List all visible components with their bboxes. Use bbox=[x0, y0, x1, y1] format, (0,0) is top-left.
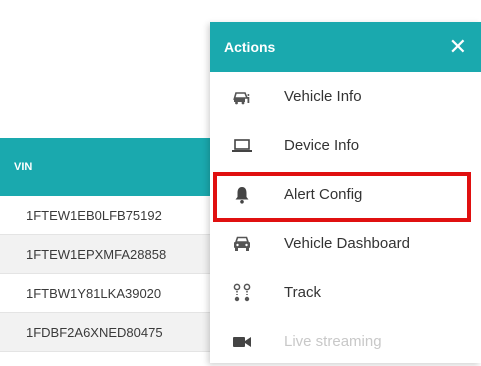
bell-icon bbox=[222, 186, 262, 204]
menu-item-label: Vehicle Dashboard bbox=[284, 235, 410, 252]
vin-cell: 1FDBF2A6XNED80475 bbox=[26, 324, 163, 340]
vin-table: VIN 1FTEW1EB0LFB75192 1FTEW1EPXMFA28858 … bbox=[0, 138, 230, 352]
menu-item-vehicle-dashboard[interactable]: Vehicle Dashboard bbox=[210, 219, 481, 268]
menu-item-label: Alert Config bbox=[284, 186, 363, 203]
actions-menu-header: Actions ✕ bbox=[210, 22, 481, 72]
menu-item-label: Live streaming bbox=[284, 333, 382, 350]
menu-item-label: Device Info bbox=[284, 137, 360, 154]
table-row[interactable]: 1FTEW1EPXMFA28858 bbox=[0, 235, 230, 274]
menu-item-live-streaming: Live streaming bbox=[210, 317, 481, 366]
table-row[interactable]: 1FTBW1Y81LKA39020 bbox=[0, 274, 230, 313]
close-button[interactable]: ✕ bbox=[449, 36, 467, 58]
laptop-icon bbox=[222, 138, 262, 153]
vehicle-info-icon bbox=[222, 89, 262, 105]
route-icon bbox=[222, 283, 262, 303]
vin-cell: 1FTEW1EPXMFA28858 bbox=[26, 246, 167, 262]
menu-item-alert-config[interactable]: Alert Config bbox=[210, 170, 481, 219]
menu-item-label: Track bbox=[284, 284, 321, 301]
vin-cell: 1FTBW1Y81LKA39020 bbox=[26, 285, 162, 301]
video-camera-icon bbox=[222, 336, 262, 348]
vin-column-header[interactable]: VIN bbox=[0, 138, 230, 196]
car-front-icon bbox=[222, 236, 262, 252]
table-row[interactable]: 1FTEW1EB0LFB75192 bbox=[0, 196, 230, 235]
table-row[interactable]: 1FDBF2A6XNED80475 bbox=[0, 313, 230, 352]
actions-menu: Actions ✕ Vehicle Info Device Info Alert… bbox=[210, 22, 481, 363]
menu-item-label: Vehicle Info bbox=[284, 88, 362, 105]
actions-menu-title: Actions bbox=[224, 39, 276, 55]
menu-item-device-info[interactable]: Device Info bbox=[210, 121, 481, 170]
vin-cell: 1FTEW1EB0LFB75192 bbox=[26, 207, 162, 223]
menu-item-track[interactable]: Track bbox=[210, 268, 481, 317]
menu-item-vehicle-info[interactable]: Vehicle Info bbox=[210, 72, 481, 121]
